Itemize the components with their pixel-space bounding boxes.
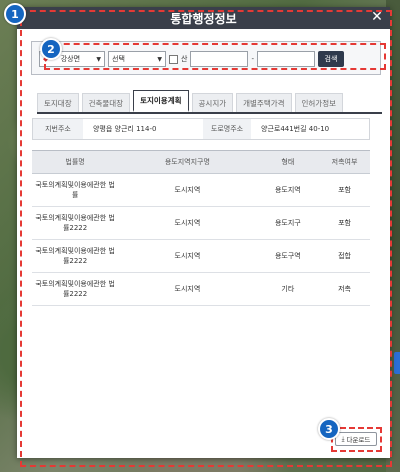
tab-permit-info[interactable]: 인허가정보 [294, 93, 344, 112]
header-status: 저촉여부 [319, 150, 370, 174]
cell-zone: 도시지역 [118, 239, 257, 273]
close-icon[interactable]: ✕ [370, 10, 384, 24]
chevron-down-icon: ▼ [96, 55, 101, 63]
cell-type: 용도지역 [256, 173, 320, 207]
table-header-row: 법률명 용도지역지구명 형태 저촉여부 [32, 150, 370, 174]
dong-select[interactable]: 선택 ▼ [108, 51, 166, 67]
address-row: 지번주소 양평읍 양근리 114-0 도로명주소 양근로441번길 40-10 [32, 118, 370, 140]
table-row: 국토의계획및이용에관한 법률2222 도시지역 기타 저촉 [32, 272, 370, 306]
cell-type: 기타 [256, 272, 320, 306]
cell-law: 국토의계획및이용에관한 법률 [32, 173, 119, 207]
cell-status: 포함 [319, 206, 370, 240]
tab-land-register[interactable]: 토지대장 [37, 93, 79, 112]
cell-law: 국토의계획및이용에관한 법률2222 [32, 206, 119, 240]
search-row: ◆ 강상면 ▼ 선택 ▼ 산 - 검색 [39, 50, 344, 68]
header-type: 형태 [256, 150, 320, 174]
cell-type: 용도지구 [256, 206, 320, 240]
road-address-label: 도로명주소 [203, 119, 251, 139]
table-row: 국토의계획및이용에관한 법률2222 도시지역 용도구역 접합 [32, 239, 370, 273]
cell-zone: 도시지역 [118, 206, 257, 240]
chevron-down-icon: ▼ [157, 55, 162, 63]
table-row: 국토의계획및이용에관한 법률2222 도시지역 용도지구 포함 [32, 206, 370, 240]
annotation-badge-2: 2 [40, 38, 62, 60]
annotation-badge-3: 3 [318, 418, 340, 440]
mountain-label: 산 [181, 55, 188, 63]
cell-zone: 도시지역 [118, 173, 257, 207]
sub-lot-number-input[interactable] [256, 51, 315, 67]
cell-status: 접합 [319, 239, 370, 273]
annotation-badge-1: 1 [4, 3, 26, 25]
header-law: 법률명 [32, 150, 119, 174]
download-icon: ⤓ [341, 434, 345, 443]
info-tabs: 토지대장 건축물대장 토지이용계획 공시지가 개별주택가격 인허가정보 [37, 90, 382, 114]
cell-type: 용도구역 [256, 239, 320, 273]
tab-building-register[interactable]: 건축물대장 [81, 93, 131, 112]
map-side-button[interactable] [394, 352, 400, 374]
jibun-address-label: 지번주소 [33, 119, 83, 139]
dialog-title: 통합행정정보 [170, 11, 237, 26]
cell-law: 국토의계획및이용에관한 법률2222 [32, 272, 119, 306]
dialog-titlebar: 통합행정정보 ✕ [17, 7, 390, 29]
lot-separator: - [251, 55, 254, 63]
road-address-value: 양근로441번길 40-10 [261, 125, 330, 133]
search-button[interactable]: 검색 [317, 51, 344, 67]
cell-status: 포함 [319, 173, 370, 207]
jibun-address-value: 양평읍 양근리 114-0 [93, 125, 157, 133]
download-label: 다운로드 [346, 436, 371, 444]
dong-select-value: 선택 [112, 55, 125, 63]
address-search-panel: ◆ 강상면 ▼ 선택 ▼ 산 - 검색 [31, 41, 381, 75]
mountain-checkbox[interactable] [169, 54, 178, 64]
header-zone: 용도지역지구명 [118, 150, 257, 174]
tab-individual-house-price[interactable]: 개별주택가격 [236, 93, 292, 112]
main-lot-number-input[interactable] [190, 51, 249, 67]
cell-law: 국토의계획및이용에관한 법률2222 [32, 239, 119, 273]
table-row: 국토의계획및이용에관한 법률 도시지역 용도지역 포함 [32, 173, 370, 207]
tab-land-use-plan[interactable]: 토지이용계획 [133, 90, 189, 112]
download-button[interactable]: ⤓ 다운로드 [335, 432, 377, 446]
district-select-value: 강상면 [60, 55, 81, 63]
tab-official-land-price[interactable]: 공시지가 [191, 93, 234, 112]
cell-status: 저촉 [319, 272, 370, 306]
land-use-table: 법률명 용도지역지구명 형태 저촉여부 국토의계획및이용에관한 법률 도시지역 … [32, 150, 370, 306]
cell-zone: 도시지역 [118, 272, 257, 306]
